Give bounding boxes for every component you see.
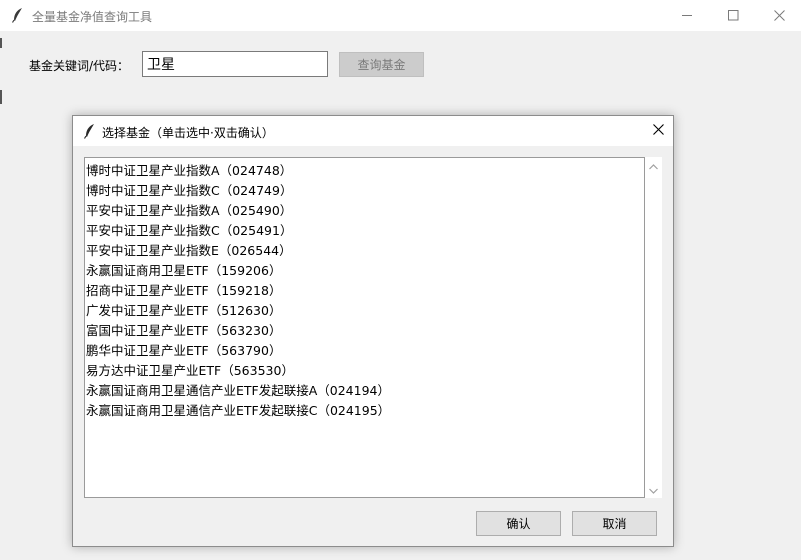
window-edge-artifact xyxy=(0,90,2,104)
minimize-button[interactable] xyxy=(664,0,710,31)
minimize-icon xyxy=(681,10,693,21)
feather-icon xyxy=(83,123,97,139)
fund-list-item[interactable]: 博时中证卫星产业指数C（024749） xyxy=(85,181,644,201)
close-icon xyxy=(652,124,664,138)
query-button[interactable]: 查询基金 xyxy=(339,52,424,77)
fund-list-item[interactable]: 易方达中证卫星产业ETF（563530） xyxy=(85,361,644,381)
fund-list-item[interactable]: 平安中证卫星产业指数A（025490） xyxy=(85,201,644,221)
scroll-up-button[interactable] xyxy=(645,157,662,174)
dialog-close-button[interactable] xyxy=(643,116,673,146)
fund-list: 博时中证卫星产业指数A（024748） 博时中证卫星产业指数C（024749） 平安… xyxy=(85,158,644,421)
cancel-button[interactable]: 取消 xyxy=(572,511,657,536)
scroll-down-button[interactable] xyxy=(645,481,662,498)
close-button[interactable] xyxy=(756,0,801,31)
chevron-up-icon xyxy=(649,159,658,173)
listbox-scrollbar[interactable] xyxy=(645,157,662,498)
chevron-down-icon xyxy=(649,483,658,497)
select-fund-dialog: 选择基金（单击选中·双击确认） 博时中证卫星产业指数A（024748） 博时中证卫… xyxy=(72,115,674,547)
fund-list-item[interactable]: 永赢国证商用卫星ETF（159206） xyxy=(85,261,644,281)
confirm-button[interactable]: 确认 xyxy=(476,511,561,536)
fund-list-item[interactable]: 招商中证卫星产业ETF（159218） xyxy=(85,281,644,301)
close-icon xyxy=(773,10,785,21)
fund-list-item[interactable]: 富国中证卫星产业ETF（563230） xyxy=(85,321,644,341)
search-label: 基金关键词/代码： xyxy=(29,59,130,73)
window-title: 全量基金净值查询工具 xyxy=(32,10,153,24)
maximize-button[interactable] xyxy=(710,0,756,31)
feather-icon xyxy=(11,7,25,23)
fund-list-item[interactable]: 广发中证卫星产业ETF（512630） xyxy=(85,301,644,321)
fund-list-item[interactable]: 永赢国证商用卫星通信产业ETF发起联接C（024195） xyxy=(85,401,644,421)
fund-listbox[interactable]: 博时中证卫星产业指数A（024748） 博时中证卫星产业指数C（024749） 平安… xyxy=(84,157,645,498)
fund-list-item[interactable]: 鹏华中证卫星产业ETF（563790） xyxy=(85,341,644,361)
fund-list-item[interactable]: 博时中证卫星产业指数A（024748） xyxy=(85,161,644,181)
main-titlebar: 全量基金净值查询工具 xyxy=(0,0,801,31)
maximize-icon xyxy=(727,10,739,21)
fund-list-item[interactable]: 平安中证卫星产业指数C（025491） xyxy=(85,221,644,241)
dialog-title: 选择基金（单击选中·双击确认） xyxy=(102,126,274,140)
fund-list-item[interactable]: 永赢国证商用卫星通信产业ETF发起联接A（024194） xyxy=(85,381,644,401)
search-input[interactable] xyxy=(142,51,328,77)
window-edge-artifact xyxy=(0,38,2,48)
fund-list-item[interactable]: 平安中证卫星产业指数E（026544） xyxy=(85,241,644,261)
dialog-titlebar: 选择基金（单击选中·双击确认） xyxy=(73,116,673,146)
